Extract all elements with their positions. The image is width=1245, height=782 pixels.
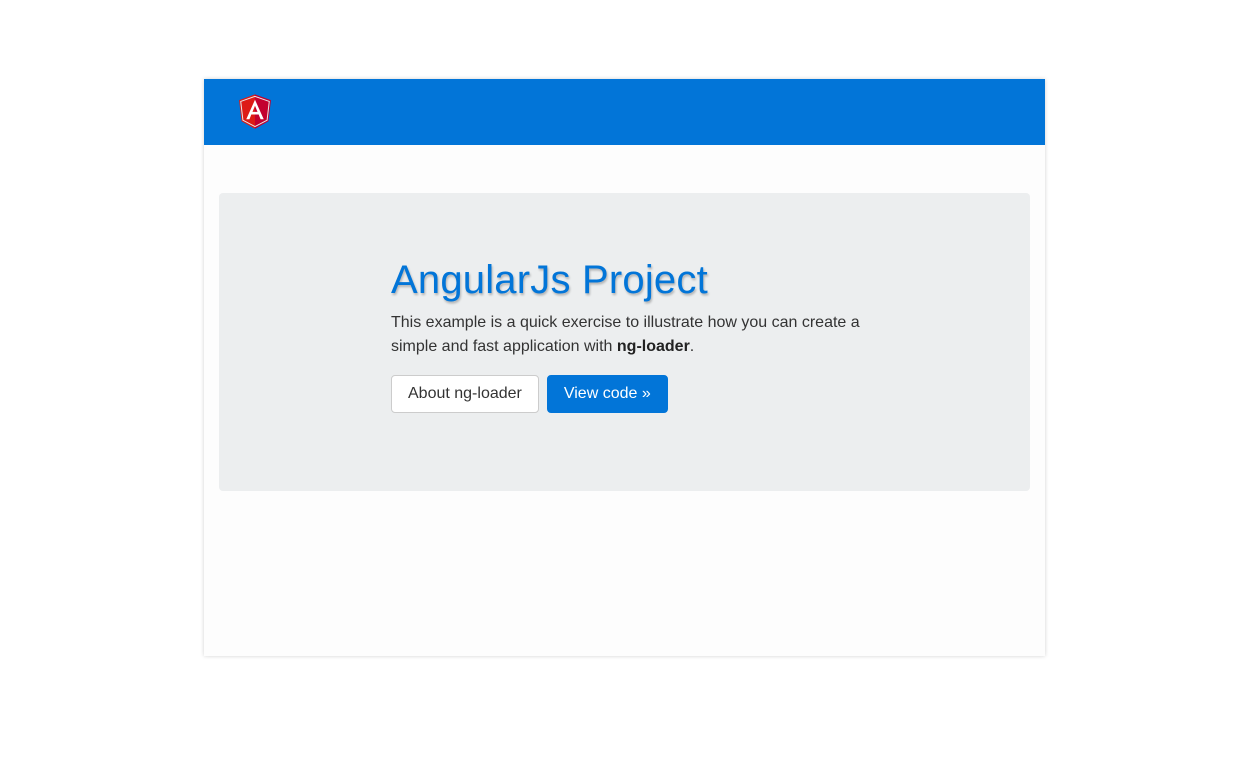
view-code-button[interactable]: View code »	[546, 375, 668, 413]
jumbotron-content: AngularJs Project This example is a quic…	[391, 255, 871, 413]
lead-paragraph: This example is a quick exercise to illu…	[391, 311, 861, 359]
lead-strong: ng-loader	[616, 338, 690, 355]
app-window: AngularJs Project This example is a quic…	[204, 79, 1045, 656]
jumbotron: AngularJs Project This example is a quic…	[219, 193, 1030, 491]
page-title: AngularJs Project	[391, 258, 708, 302]
about-ng-loader-button[interactable]: About ng-loader	[391, 375, 539, 413]
button-group: About ng-loader View code »	[391, 375, 871, 413]
navbar	[204, 79, 1045, 145]
angular-logo-icon[interactable]	[234, 91, 276, 133]
lead-end: .	[689, 338, 695, 355]
